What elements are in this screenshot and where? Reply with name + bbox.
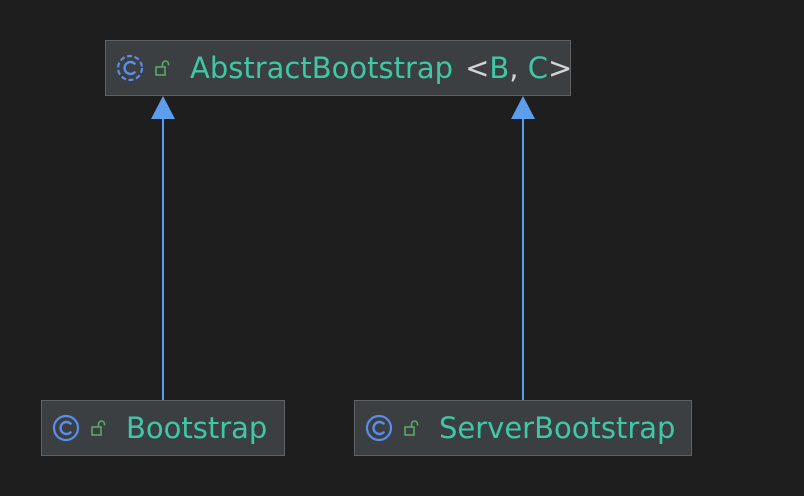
type-param-c: C bbox=[527, 50, 548, 85]
node-abstract-bootstrap[interactable]: AbstractBootstrap <B, C> bbox=[105, 40, 573, 96]
public-lock-icon bbox=[91, 420, 106, 436]
abstract-class-icon bbox=[116, 54, 144, 82]
class-name: Bootstrap bbox=[126, 410, 268, 445]
type-param-separator: , bbox=[509, 50, 528, 85]
class-icon bbox=[52, 414, 80, 442]
type-param-b: B bbox=[489, 50, 510, 85]
public-lock-icon bbox=[155, 60, 170, 76]
type-parameters: <B, C> bbox=[465, 50, 573, 85]
public-lock-icon bbox=[404, 420, 419, 436]
edge-server-bootstrap-arrowhead bbox=[511, 96, 535, 119]
edge-bootstrap-arrowhead bbox=[151, 96, 175, 119]
node-bootstrap[interactable]: Bootstrap bbox=[41, 400, 285, 456]
type-param-open: < bbox=[465, 50, 490, 85]
class-name: ServerBootstrap bbox=[439, 410, 676, 445]
class-icon bbox=[365, 414, 393, 442]
class-name: AbstractBootstrap bbox=[190, 50, 454, 85]
node-server-bootstrap[interactable]: ServerBootstrap bbox=[354, 400, 692, 456]
type-param-close: > bbox=[547, 50, 573, 85]
